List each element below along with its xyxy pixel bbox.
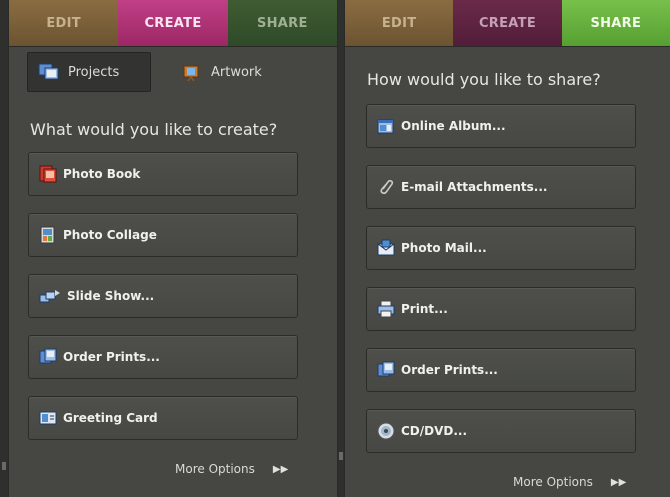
artwork-icon: [181, 63, 203, 82]
tab-create[interactable]: CREATE: [453, 0, 562, 46]
tab-share[interactable]: SHARE: [561, 0, 670, 46]
paperclip-icon: [377, 178, 395, 196]
slide-show-label: Slide Show...: [67, 289, 155, 303]
order-prints-button-create[interactable]: Order Prints...: [28, 335, 298, 379]
left-resize-handle[interactable]: [2, 462, 6, 470]
photo-book-button[interactable]: Photo Book: [28, 152, 298, 196]
create-panel: EDIT CREATE SHARE Projects Artwork What …: [8, 0, 338, 497]
subtab-projects-label: Projects: [68, 64, 120, 80]
greeting-card-button[interactable]: Greeting Card: [28, 396, 298, 440]
tab-create[interactable]: CREATE: [118, 0, 228, 46]
order-prints-label: Order Prints...: [63, 350, 160, 364]
more-options-share[interactable]: More Options ▶▶: [513, 475, 626, 489]
greeting-card-label: Greeting Card: [63, 411, 158, 425]
panel-divider-handle[interactable]: [339, 452, 343, 460]
order-prints-icon: [377, 361, 395, 379]
fast-forward-icon: ▶▶: [272, 463, 289, 475]
print-button[interactable]: Print...: [366, 287, 636, 331]
cd-dvd-label: CD/DVD...: [401, 424, 468, 438]
cd-dvd-button[interactable]: CD/DVD...: [366, 409, 636, 453]
photo-collage-icon: [39, 226, 57, 244]
fast-forward-icon: ▶▶: [610, 476, 627, 488]
photo-book-icon: [39, 165, 57, 183]
mode-tabs-share: EDIT CREATE SHARE: [345, 0, 670, 47]
online-album-button[interactable]: Online Album...: [366, 104, 636, 148]
order-prints-button-share[interactable]: Order Prints...: [366, 348, 636, 392]
slide-show-button[interactable]: Slide Show...: [28, 274, 298, 318]
tab-edit[interactable]: EDIT: [345, 0, 454, 46]
tab-edit[interactable]: EDIT: [9, 0, 119, 46]
disc-icon: [377, 422, 395, 440]
email-attachments-label: E-mail Attachments...: [401, 180, 548, 194]
online-album-icon: [377, 117, 395, 135]
slide-show-icon: [39, 287, 61, 305]
create-heading: What would you like to create?: [30, 120, 278, 139]
projects-icon: [38, 63, 60, 81]
photo-book-label: Photo Book: [63, 167, 141, 181]
order-prints-label: Order Prints...: [401, 363, 498, 377]
more-options-create[interactable]: More Options ▶▶: [175, 462, 288, 476]
online-album-label: Online Album...: [401, 119, 506, 133]
order-prints-icon: [39, 348, 57, 366]
email-attachments-button[interactable]: E-mail Attachments...: [366, 165, 636, 209]
share-panel: EDIT CREATE SHARE How would you like to …: [344, 0, 670, 497]
subtab-artwork[interactable]: Artwork: [177, 52, 301, 92]
mode-tabs: EDIT CREATE SHARE: [9, 0, 337, 47]
printer-icon: [377, 300, 395, 318]
photo-mail-label: Photo Mail...: [401, 241, 487, 255]
tab-share[interactable]: SHARE: [227, 0, 337, 46]
print-label: Print...: [401, 302, 448, 316]
photo-mail-icon: [377, 239, 395, 257]
photo-mail-button[interactable]: Photo Mail...: [366, 226, 636, 270]
photo-collage-button[interactable]: Photo Collage: [28, 213, 298, 257]
more-options-label: More Options: [175, 462, 255, 476]
more-options-label: More Options: [513, 475, 593, 489]
subtab-artwork-label: Artwork: [211, 64, 262, 80]
greeting-card-icon: [39, 409, 57, 427]
create-subtabs: Projects Artwork: [27, 52, 327, 94]
share-heading: How would you like to share?: [367, 70, 601, 89]
subtab-projects[interactable]: Projects: [27, 52, 151, 92]
photo-collage-label: Photo Collage: [63, 228, 157, 242]
